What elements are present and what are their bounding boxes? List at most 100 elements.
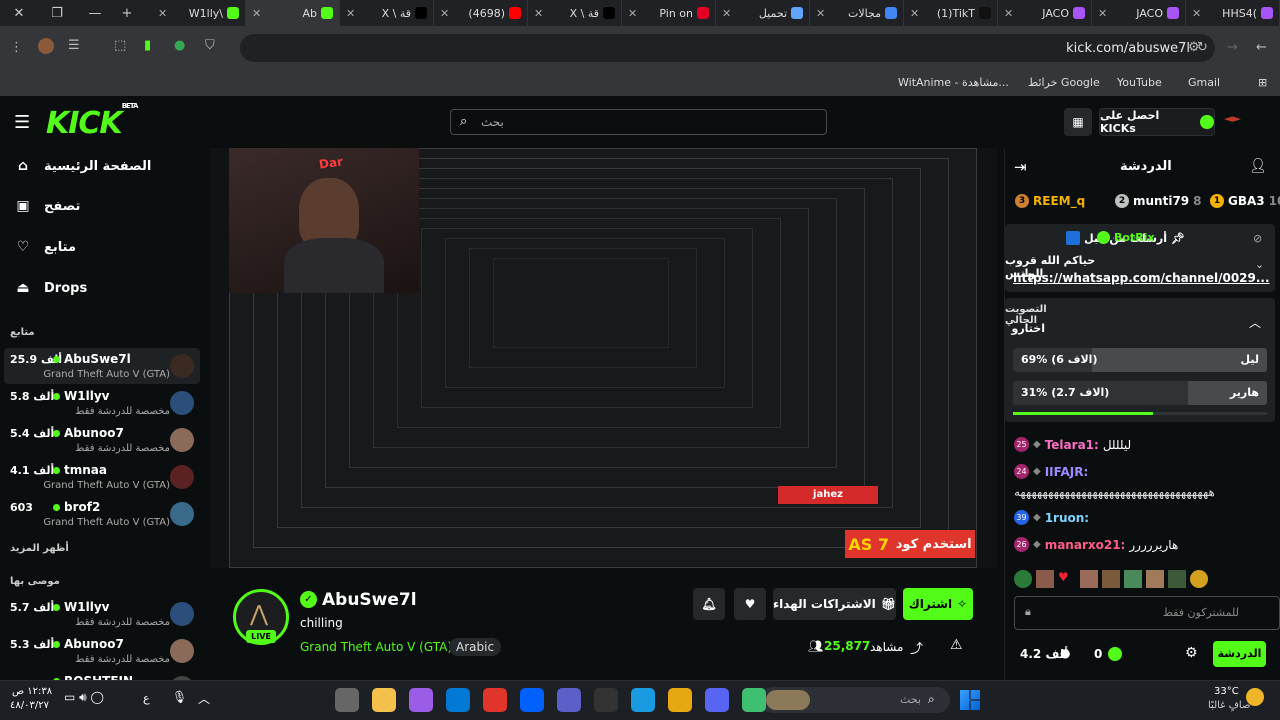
profile-avatar-icon[interactable] [38, 38, 54, 54]
address-url[interactable]: kick.com/abuswe7l [1066, 41, 1190, 56]
expand-chevron-icon[interactable]: ⌄ [1255, 258, 1264, 271]
browser-tab[interactable]: ✕ تحميل [716, 0, 810, 26]
new-tab-icon[interactable]: + [114, 6, 140, 21]
search-input[interactable]: ⌕ بحث [450, 109, 827, 135]
browser-tab[interactable]: ✕ (1)TikT [904, 0, 998, 26]
epic-games-icon[interactable] [594, 688, 618, 712]
bookmark-gmail[interactable]: Gmail [1188, 76, 1220, 89]
back-icon[interactable]: ← [1256, 40, 1267, 55]
clock-time[interactable]: ١٢:٣٨ ص [12, 686, 52, 697]
close-tab-icon[interactable]: ✕ [1004, 7, 1013, 20]
sidebar-nav-1[interactable]: ▣ تصفح [14, 198, 80, 214]
browser-tab[interactable]: ✕ W1lly\ [152, 0, 246, 26]
close-tab-icon[interactable]: ✕ [1098, 7, 1107, 20]
stream-category[interactable]: Grand Theft Auto V (GTA) [300, 640, 452, 654]
leaderboard-entry[interactable]: 10GBA3 1 [1210, 194, 1280, 208]
browser-tab[interactable]: ✕ HHS4( [1186, 0, 1280, 26]
close-tab-icon[interactable]: ✕ [910, 7, 919, 20]
microphone-icon[interactable]: 🎙︎ [172, 690, 187, 704]
show-more-link[interactable]: أظهر المزيد [10, 543, 69, 554]
get-kicks-button[interactable]: احصل على KICKs [1099, 108, 1215, 136]
teams-icon[interactable] [557, 688, 581, 712]
sidebar-nav-3[interactable]: ⏏ Drops [14, 280, 87, 296]
chat-username[interactable]: 1ruon: [1045, 511, 1089, 525]
subscribe-button[interactable]: اشتراك ✧ [903, 588, 973, 620]
sidebar-channel[interactable]: 4.1 ألف tmnaa Grand Theft Auto V (GTA) [4, 459, 200, 495]
bookmark-witanime[interactable]: WitAnime - مشاهدة... [898, 76, 1009, 89]
browser-tab[interactable]: ✕ Ab [246, 0, 340, 26]
browser-tab[interactable]: ✕ JACO [998, 0, 1092, 26]
chat-users-icon[interactable]: 👤︎ [1249, 158, 1267, 174]
notification-bell-button[interactable]: 🔔︎ [693, 588, 725, 620]
theater-mode-button[interactable]: ▦ [1064, 108, 1092, 136]
restore-window-icon[interactable]: ❐ [38, 6, 76, 21]
extension-c-icon[interactable]: ● [174, 38, 185, 53]
notes-icon[interactable] [742, 688, 766, 712]
poll-option[interactable]: ليل 69% (الاف 6) [1013, 348, 1267, 372]
bookmark-maps[interactable]: خرائط Google [1028, 76, 1100, 89]
chat-username[interactable]: Telara1: [1045, 438, 1099, 452]
sidebar-nav-0[interactable]: ⌂ الصفحة الرئيسية [14, 158, 151, 174]
browser-tab[interactable]: ✕ X \ قة [528, 0, 622, 26]
browser-tab[interactable]: ✕ JACO [1092, 0, 1186, 26]
close-tab-icon[interactable]: ✕ [158, 7, 167, 20]
close-tab-icon[interactable]: ✕ [346, 7, 355, 20]
browser-tab[interactable]: ✕ مجالات [810, 0, 904, 26]
kick-logo[interactable]: KICKBETA [46, 102, 138, 141]
collapse-poll-icon[interactable]: ︿ [1249, 314, 1261, 331]
dropbox-icon[interactable] [520, 688, 544, 712]
chat-username[interactable]: manarxo21: [1045, 538, 1126, 552]
unpin-icon[interactable]: ⊘ [1253, 232, 1262, 245]
close-window-icon[interactable]: ✕ [0, 6, 38, 21]
menu-dots-icon[interactable]: ⋮ [10, 40, 23, 55]
collapse-chat-icon[interactable]: ⇥ [1014, 158, 1027, 176]
close-tab-icon[interactable]: ✕ [628, 7, 637, 20]
hamburger-menu-icon[interactable]: ☰ [14, 112, 30, 133]
copilot-icon[interactable] [409, 688, 433, 712]
sidebar-channel[interactable]: 5.3 ألف Abunoo7 مخصصة للدردشة فقط [4, 633, 200, 669]
language-tag[interactable]: Arabic [449, 638, 502, 656]
file-explorer-icon[interactable] [372, 688, 396, 712]
discord-icon[interactable] [705, 688, 729, 712]
apps-icon[interactable]: ⊞ [1258, 76, 1267, 89]
minimize-window-icon[interactable]: — [76, 6, 114, 21]
browser-tab[interactable]: ✕ Pin on [622, 0, 716, 26]
streamer-name[interactable]: AbuSwe7l [322, 590, 417, 610]
close-tab-icon[interactable]: ✕ [816, 7, 825, 20]
network-battery-icons[interactable]: ▭ 🔊︎ ◯ [64, 690, 104, 705]
sidebar-channel[interactable]: 603 brof2 Grand Theft Auto V (GTA) [4, 496, 200, 532]
poll-option[interactable]: هارير 31% (الاف 2.7) [1013, 381, 1267, 405]
reading-list-icon[interactable]: ☰ [68, 38, 80, 53]
sidebar-nav-2[interactable]: ♡ متابع [14, 239, 76, 255]
edge-icon[interactable] [631, 688, 655, 712]
keyboard-language[interactable]: ع [143, 692, 150, 705]
red-app-icon[interactable] [483, 688, 507, 712]
outlook-icon[interactable] [446, 688, 470, 712]
pinned-link[interactable]: https://whatsapp.com/channel/0029... [1013, 271, 1270, 285]
clock-date[interactable]: ٤٨/٠٣/٢٧ [10, 700, 49, 711]
sidebar-channel[interactable]: 5.4 ألف Abunoo7 مخصصة للدردشة فقط [4, 422, 200, 458]
pinned-by-user[interactable]: BotRix [1114, 231, 1155, 244]
close-tab-icon[interactable]: ✕ [1192, 7, 1201, 20]
close-tab-icon[interactable]: ✕ [440, 7, 449, 20]
chat-settings-icon[interactable]: ⚙ [1185, 645, 1198, 661]
reload-icon[interactable]: ↻ [1197, 40, 1208, 55]
extension-b-icon[interactable]: ▮ [144, 38, 151, 53]
leaderboard-entry[interactable]: 8 munti79 2 [1115, 194, 1202, 208]
forward-icon[interactable]: → [1227, 40, 1238, 55]
sidebar-channel[interactable]: 25.9 ألف AbuSwe7l Grand Theft Auto V (GTA) [4, 348, 200, 384]
show-hidden-icons[interactable]: ︿ [198, 690, 210, 707]
leaderboard-entry[interactable]: REEM_q 3 [1015, 194, 1089, 208]
sidebar-channel[interactable]: 5.8 ألف W1llyv مخصصة للدردشة فقط [4, 385, 200, 421]
browser-tab[interactable]: ✕ (4698) [434, 0, 528, 26]
gift-subs-button[interactable]: الاشتراكات الهداء 🎁︎ [773, 588, 896, 620]
share-icon[interactable]: ⤴ [910, 638, 923, 657]
chrome-icon[interactable] [668, 688, 692, 712]
extensions-icon[interactable]: ⬚ [114, 38, 126, 53]
browser-tab[interactable]: ✕ X \ قة [340, 0, 434, 26]
window-icon[interactable] [335, 688, 359, 712]
report-warning-icon[interactable]: ⚠ [950, 637, 963, 653]
close-tab-icon[interactable]: ✕ [722, 7, 731, 20]
close-tab-icon[interactable]: ✕ [534, 7, 543, 20]
sidebar-channel[interactable]: 5.7 ألف W1llyv مخصصة للدردشة فقط [4, 596, 200, 632]
